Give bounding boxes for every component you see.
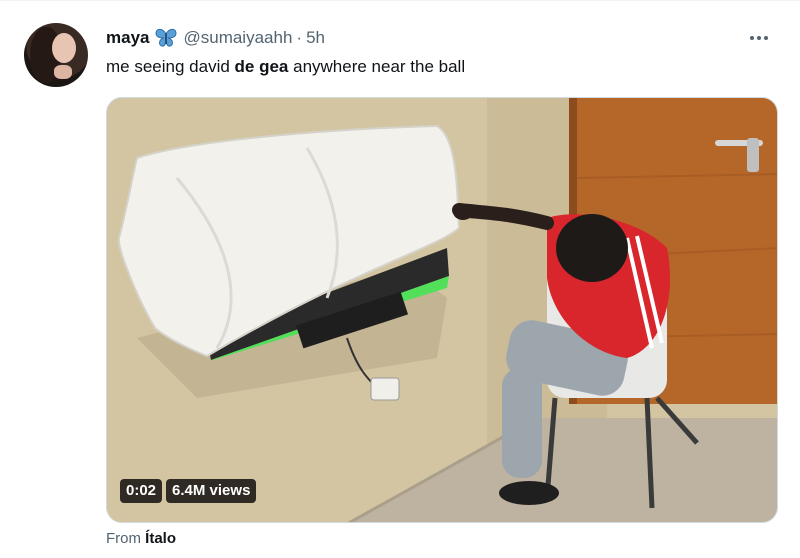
separator-dot: · <box>296 28 303 47</box>
avatar[interactable] <box>24 23 88 87</box>
tweet-card[interactable]: maya @sumaiyaahh · 5h me seeing david de… <box>0 0 800 558</box>
more-dot <box>757 36 761 40</box>
tweet-timestamp[interactable]: 5h <box>306 28 325 48</box>
more-dot <box>750 36 754 40</box>
author-handle[interactable]: @sumaiyaahh <box>183 28 292 48</box>
more-options-icon[interactable] <box>742 27 776 49</box>
person-hand <box>453 204 473 220</box>
attribution-source-link[interactable]: Ítalo <box>145 530 176 547</box>
video-time-badge: 0:02 <box>120 479 163 503</box>
tweet-text-bold: de gea <box>234 57 289 76</box>
attribution: From Ítalo <box>106 530 176 547</box>
tweet-header: maya @sumaiyaahh · 5h <box>106 27 325 49</box>
video-badges: 0:02 6.4M views <box>120 479 257 503</box>
person-head <box>556 214 628 282</box>
tweet-text-before: me seeing david <box>106 57 235 76</box>
video-views-badge: 6.4M views <box>166 479 257 503</box>
video-frame <box>107 98 777 522</box>
avatar-face <box>52 33 76 63</box>
attribution-prefix: From <box>106 530 146 547</box>
person-shin <box>502 368 542 478</box>
door-lock <box>747 138 759 172</box>
more-dot <box>764 36 768 40</box>
person-shoe <box>499 481 559 505</box>
avatar-hand <box>54 65 72 79</box>
wall-socket <box>370 377 400 401</box>
video-player[interactable] <box>106 97 778 523</box>
author-name[interactable]: maya <box>106 28 149 48</box>
tweet-text-after: anywhere near the ball <box>288 57 466 76</box>
tweet-text: me seeing david de gea anywhere near the… <box>106 57 465 77</box>
butterfly-icon <box>155 28 177 48</box>
